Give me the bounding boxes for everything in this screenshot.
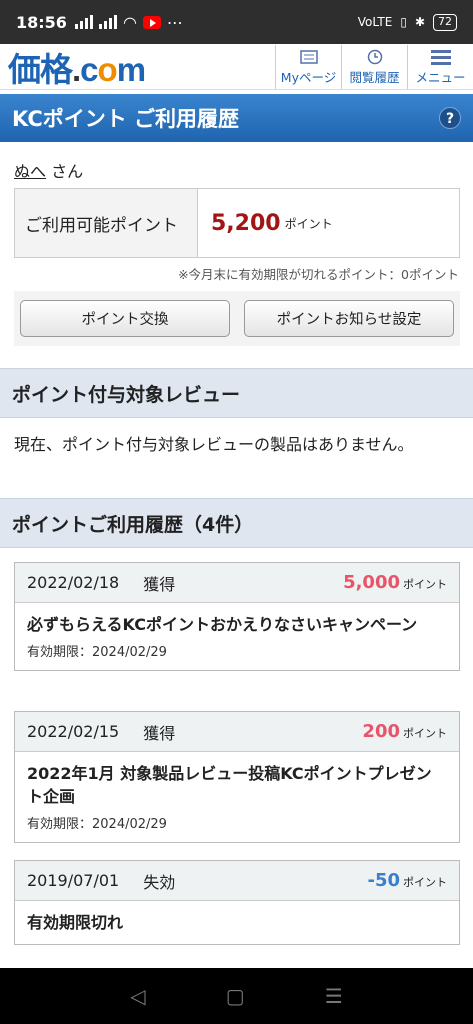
history-date: 2019/07/01 [27,871,120,890]
kakaku-logo[interactable]: 価格.com [0,43,146,91]
signal-icon [74,15,93,29]
point-notify-settings-button[interactable]: ポイントお知らせ設定 [244,300,454,337]
more-notifications-icon: ⋯ [166,12,183,32]
review-section-header: ポイント付与対象レビュー [0,368,473,418]
history-entry-expiry: 有効期限：2024/02/29 [27,817,167,832]
history-amount-unit: ポイント [403,876,447,889]
history-kind: 獲得 [143,574,176,594]
points-action-area: ポイント交換 ポイントお知らせ設定 [14,291,460,346]
nav-history[interactable]: 閲覧履歴 [341,44,407,89]
history-amount-value: -50 [367,870,400,891]
history-clock-icon [367,47,383,67]
history-amount: 5,000 ポイント [343,572,447,593]
history-entry-header: 2022/02/18 獲得 5,000 ポイント [15,563,459,603]
history-entry-expiry: 有効期限：2024/02/29 [27,645,167,660]
history-entry-body: 必ずもらえるKCポイントおかえりなさいキャンペーン 有効期限：2024/02/2… [15,603,459,670]
status-bar: 18:56 ◠ ⋯ VoLTE ▯ ✱ 72 [0,0,473,44]
nav-menu[interactable]: メニュー [407,44,473,89]
history-entry: 2022/02/15 獲得 200 ポイント 2022年1月 対象製品レビュー投… [14,711,460,843]
system-nav-bar: ◁ ▢ ☰ [0,968,473,1024]
points-unit: ポイント [284,216,333,231]
points-number: 5,200 [211,210,281,236]
header-nav: Myページ 閲覧履歴 メニュー [275,44,473,89]
recents-icon[interactable]: ☰ [325,984,343,1008]
volte-icon: VoLTE [357,15,393,29]
history-amount: 200 ポイント [362,721,447,742]
available-points-label: ご利用可能ポイント [15,189,198,257]
history-kind: 獲得 [143,723,176,743]
history-entry-header: 2019/07/01 失効 -50 ポイント [15,861,459,901]
history-amount-unit: ポイント [403,578,447,591]
youtube-icon [142,15,161,29]
history-entry-body: 有効期限切れ [15,901,459,944]
battery-icon: 72 [433,13,457,31]
history-entry-header: 2022/02/15 獲得 200 ポイント [15,712,459,752]
home-icon[interactable]: ▢ [226,984,245,1008]
history-entry: 2022/02/18 獲得 5,000 ポイント 必ずもらえるKCポイントおかえ… [14,562,460,671]
history-amount-unit: ポイント [403,727,447,740]
back-icon[interactable]: ◁ [130,984,145,1008]
user-name-link[interactable]: ぬへ [14,162,46,181]
history-amount-value: 200 [362,721,400,742]
page-title-bar: KCポイント ご利用履歴 ? [0,94,473,142]
available-points-box: ご利用可能ポイント 5,200 ポイント [14,188,460,258]
history-section-header: ポイントご利用履歴（4件） [0,498,473,548]
help-icon[interactable]: ? [439,107,461,129]
hamburger-menu-icon [430,47,451,67]
history-entry-name: 有効期限切れ [27,913,124,932]
history-date: 2022/02/18 [27,573,120,592]
vibrate-icon: ▯ [400,15,407,29]
history-date: 2022/02/15 [27,722,120,741]
history-amount-value: 5,000 [343,572,400,593]
point-exchange-button[interactable]: ポイント交換 [20,300,230,337]
history-kind: 失効 [143,872,176,892]
expiring-points-note: ※今月末に有効期限が切れるポイント：0ポイント [178,267,459,282]
wifi-icon: ◠ [122,12,137,32]
bluetooth-icon: ✱ [414,15,425,29]
nav-mypage[interactable]: Myページ [275,44,341,89]
user-suffix: さん [51,162,84,181]
history-entry-name: 必ずもらえるKCポイントおかえりなさいキャンペーン [27,615,418,634]
history-entry: 2019/07/01 失効 -50 ポイント 有効期限切れ [14,860,460,945]
history-entry-body: 2022年1月 対象製品レビュー投稿KCポイントプレゼント企画 有効期限：202… [15,752,459,842]
no-review-message: 現在、ポイント付与対象レビューの製品はありません。 [14,435,414,454]
status-time: 18:56 [16,12,67,32]
history-amount: -50 ポイント [367,870,447,891]
signal-icon-2 [98,15,117,29]
page-title: KCポイント ご利用履歴 [12,107,240,131]
available-points-value: 5,200 ポイント [198,189,333,257]
user-name-line: ぬへ さん [14,158,83,182]
mypage-icon [299,47,318,67]
history-entry-name: 2022年1月 対象製品レビュー投稿KCポイントプレゼント企画 [27,764,432,806]
site-header: 価格.com Myページ 閲覧履歴 メニュー [0,44,473,90]
